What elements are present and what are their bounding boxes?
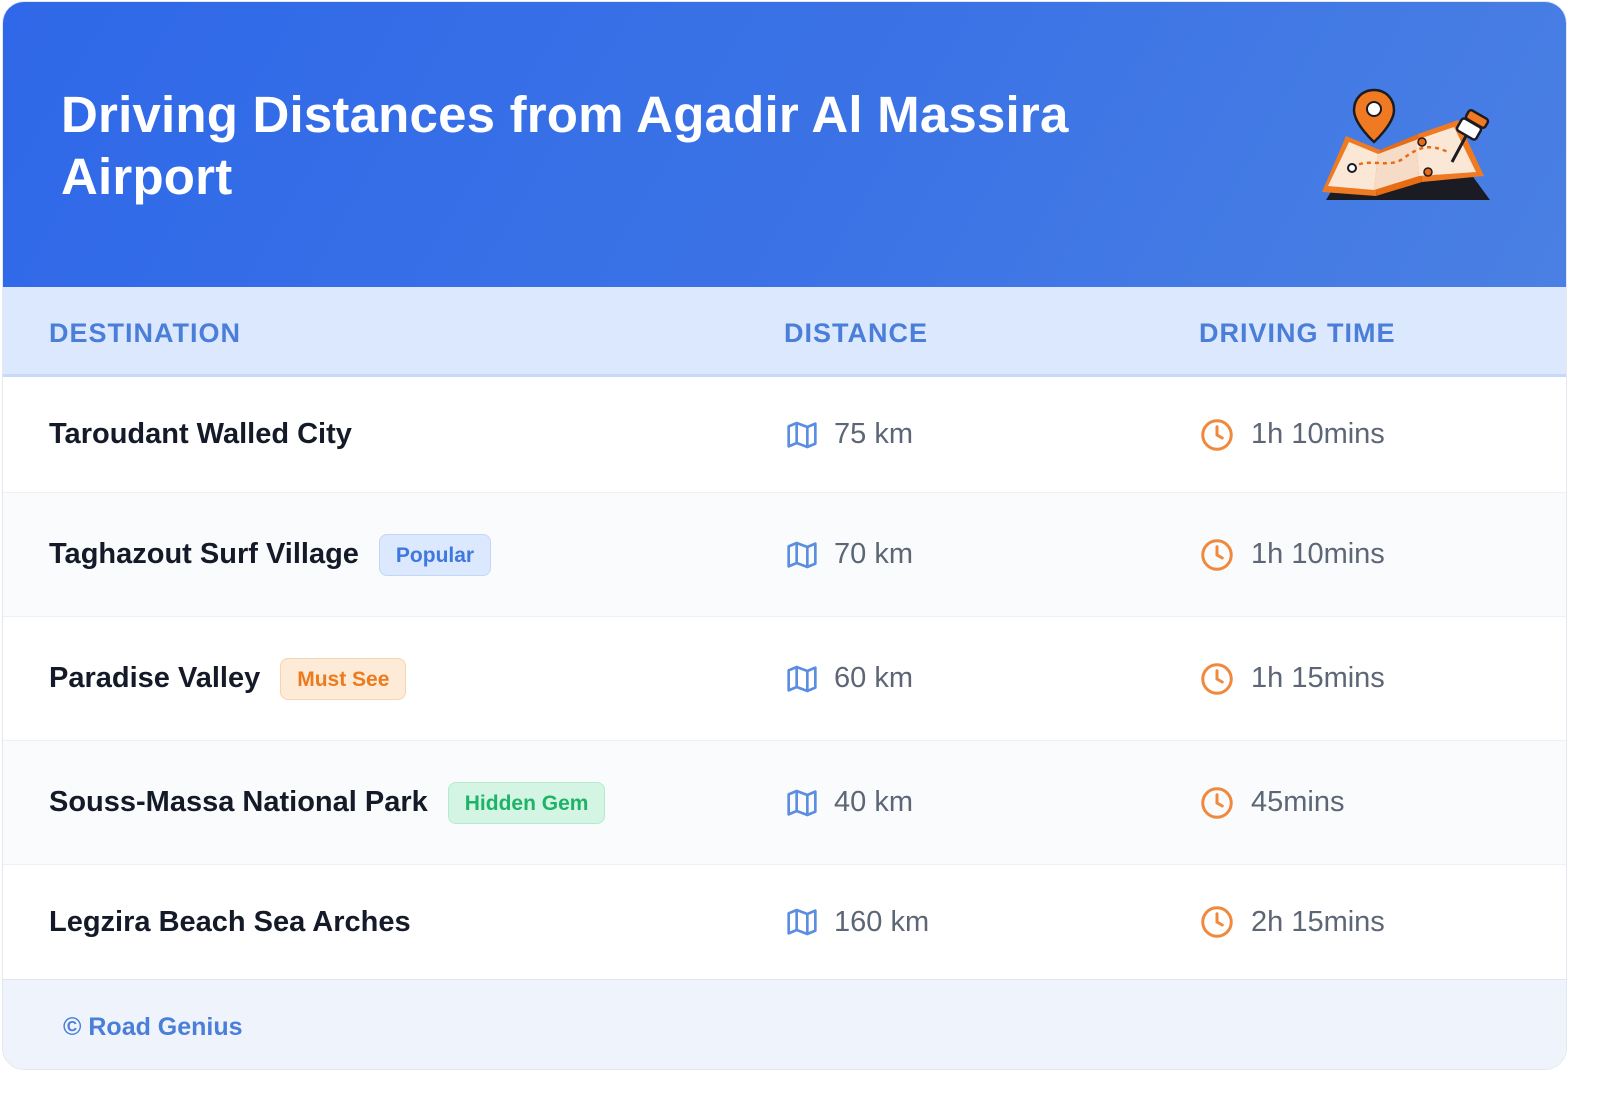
card-header: Driving Distances from Agadir Al Massira… [3,2,1566,287]
column-header-driving-time: DRIVING TIME [1199,318,1396,348]
driving-time-value: 2h 15mins [1251,905,1385,938]
clock-icon [1199,904,1235,940]
destination-name: Taghazout Surf Village [49,538,359,570]
driving-time-value: 1h 15mins [1251,662,1385,694]
distance-card: Driving Distances from Agadir Al Massira… [2,1,1567,1070]
table-header: DESTINATION DISTANCE DRIVING TIME [3,287,1566,377]
map-icon [786,787,818,819]
driving-time-cell: 2h 15mins [1199,865,1385,979]
must-see-badge: Must See [280,657,407,700]
table-row: Souss-Massa National Park Hidden Gem 40 … [3,741,1566,865]
destination-name: Legzira Beach Sea Arches [49,905,411,938]
distance-value: 60 km [834,662,913,694]
distance-value: 75 km [834,418,913,450]
driving-time-value: 1h 10mins [1251,538,1385,570]
destination-name: Paradise Valley [49,662,261,694]
distance-cell: 160 km [786,865,929,979]
destination-cell: Taroudant Walled City [49,377,352,492]
table-row: Paradise Valley Must See 60 km 1h 15mins [3,617,1566,741]
distance-value: 70 km [834,538,913,570]
map-icon [786,663,818,695]
distance-cell: 60 km [786,617,913,740]
card-footer: © Road Genius [3,979,1566,1069]
map-icon [786,539,818,571]
driving-time-cell: 1h 10mins [1199,377,1385,492]
distance-cell: 75 km [786,377,913,492]
destination-cell: Souss-Massa National Park Hidden Gem [49,741,606,864]
clock-icon [1199,417,1235,453]
destination-cell: Paradise Valley Must See [49,617,407,740]
distance-value: 160 km [834,905,930,938]
destination-name: Souss-Massa National Park [49,786,428,818]
distance-cell: 70 km [786,493,913,616]
column-header-destination: DESTINATION [49,318,241,348]
driving-time-cell: 45mins [1199,741,1345,864]
distance-value: 40 km [834,786,913,818]
map-icon [786,419,818,451]
page-title: Driving Distances from Agadir Al Massira… [61,86,1069,205]
distance-cell: 40 km [786,741,913,864]
driving-time-cell: 1h 10mins [1199,493,1385,616]
clock-icon [1199,661,1235,697]
destination-name: Taroudant Walled City [49,418,352,450]
driving-time-cell: 1h 15mins [1199,617,1385,740]
column-header-distance: DISTANCE [784,318,929,348]
table-row: Taghazout Surf Village Popular 70 km 1h … [3,493,1566,617]
table-row: Taroudant Walled City 75 km 1h 10mins [3,377,1566,493]
driving-time-value: 1h 10mins [1251,418,1385,450]
clock-icon [1199,785,1235,821]
hidden-gem-badge: Hidden Gem [447,781,606,824]
clock-icon [1199,537,1235,573]
map-with-pins-icon [1318,86,1494,206]
driving-time-value: 45mins [1251,786,1345,818]
destination-cell: Legzira Beach Sea Arches [49,865,411,979]
destination-cell: Taghazout Surf Village Popular [49,493,492,616]
table-row: Legzira Beach Sea Arches 160 km 2h 15min… [3,865,1566,979]
map-icon [786,906,818,938]
popular-badge: Popular [378,533,492,576]
footer-credit: © Road Genius [63,1013,243,1041]
